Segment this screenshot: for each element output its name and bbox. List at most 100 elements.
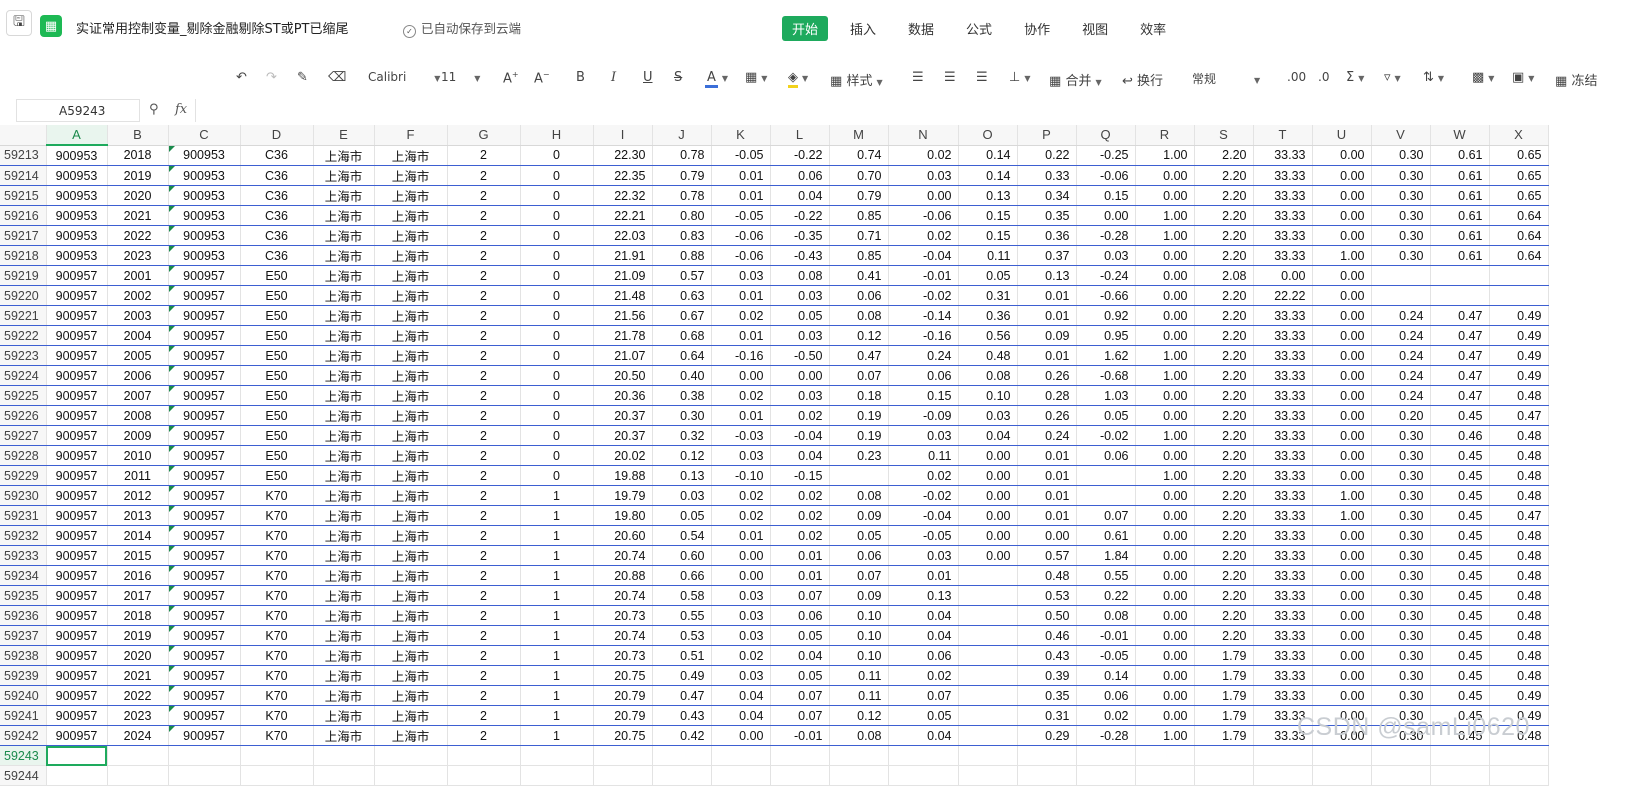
- cell[interactable]: 上海市: [313, 305, 375, 326]
- cell[interactable]: 2: [447, 185, 521, 206]
- cell[interactable]: 0.01: [711, 285, 771, 306]
- cell[interactable]: 0.36: [958, 305, 1018, 326]
- row-header[interactable]: 59231: [0, 505, 47, 526]
- cell[interactable]: 0: [520, 385, 594, 406]
- cell[interactable]: 0.26: [1017, 405, 1077, 426]
- cell[interactable]: 0.00: [1135, 565, 1195, 586]
- cell[interactable]: [447, 765, 521, 786]
- cell[interactable]: [1017, 745, 1077, 766]
- cell[interactable]: -0.02: [888, 485, 959, 506]
- cell[interactable]: 2: [447, 205, 521, 226]
- cell[interactable]: 20.79: [593, 705, 653, 726]
- cell[interactable]: 0.48: [1489, 625, 1549, 646]
- cell[interactable]: 900953: [168, 225, 241, 246]
- cell[interactable]: -0.10: [711, 465, 771, 486]
- cell[interactable]: 0.10: [829, 625, 889, 646]
- cell[interactable]: 上海市: [374, 485, 448, 506]
- cell[interactable]: 0.95: [1076, 325, 1136, 346]
- cell[interactable]: 0.47: [1430, 365, 1490, 386]
- cell[interactable]: 2021: [107, 665, 169, 686]
- cell[interactable]: 900957: [168, 345, 241, 366]
- cell[interactable]: 0.01: [888, 565, 959, 586]
- cell[interactable]: 0.02: [888, 145, 959, 166]
- cell[interactable]: 33.33: [1253, 565, 1313, 586]
- cell[interactable]: 上海市: [374, 665, 448, 686]
- cell[interactable]: 2.20: [1194, 605, 1254, 626]
- font-color-button[interactable]: A ▼: [705, 70, 728, 88]
- cell[interactable]: 0.15: [958, 225, 1018, 246]
- cell[interactable]: 33.33: [1253, 405, 1313, 426]
- cell[interactable]: 0.57: [1017, 545, 1077, 566]
- cell[interactable]: 2019: [107, 625, 169, 646]
- cell[interactable]: 上海市: [374, 645, 448, 666]
- cell[interactable]: K70: [240, 565, 314, 586]
- cell[interactable]: 0.45: [1430, 685, 1490, 706]
- cell[interactable]: -0.05: [1076, 645, 1136, 666]
- cell[interactable]: 上海市: [313, 705, 375, 726]
- cell[interactable]: [1489, 745, 1549, 766]
- column-header[interactable]: I: [593, 125, 653, 146]
- cell[interactable]: 0.01: [1017, 345, 1077, 366]
- cell[interactable]: 0.45: [1430, 605, 1490, 626]
- cell[interactable]: 上海市: [313, 505, 375, 526]
- cell[interactable]: [1076, 765, 1136, 786]
- cell[interactable]: E50: [240, 425, 314, 446]
- cell[interactable]: 0.11: [829, 665, 889, 686]
- cell[interactable]: 0.64: [1489, 225, 1549, 246]
- row-header[interactable]: 59230: [0, 485, 47, 506]
- image-button[interactable]: ▣ ▼: [1512, 70, 1534, 85]
- cell[interactable]: 0.00: [1312, 605, 1372, 626]
- cell[interactable]: 33.33: [1253, 225, 1313, 246]
- cell[interactable]: 0.00: [1135, 685, 1195, 706]
- cell[interactable]: 0.92: [1076, 305, 1136, 326]
- cell[interactable]: 0.00: [711, 565, 771, 586]
- cell[interactable]: 0.02: [711, 385, 771, 406]
- cell[interactable]: [593, 765, 653, 786]
- cell[interactable]: 0.30: [1371, 465, 1431, 486]
- cell[interactable]: 0.47: [1430, 305, 1490, 326]
- cell[interactable]: 0.47: [1430, 325, 1490, 346]
- cell[interactable]: 0.45: [1430, 585, 1490, 606]
- cell[interactable]: 0.37: [1017, 245, 1077, 266]
- cell[interactable]: 0.24: [888, 345, 959, 366]
- cell[interactable]: 0.30: [1371, 665, 1431, 686]
- cell[interactable]: 2013: [107, 505, 169, 526]
- cell[interactable]: 2.20: [1194, 385, 1254, 406]
- cell[interactable]: -0.16: [711, 345, 771, 366]
- cell[interactable]: 0.02: [1076, 705, 1136, 726]
- cell[interactable]: K70: [240, 545, 314, 566]
- column-header[interactable]: R: [1135, 125, 1195, 146]
- cell[interactable]: [958, 725, 1018, 746]
- cell[interactable]: 0.03: [711, 605, 771, 626]
- cell[interactable]: 900957: [168, 685, 241, 706]
- cell[interactable]: 0.01: [1017, 445, 1077, 466]
- cell[interactable]: 2: [447, 565, 521, 586]
- cell[interactable]: 0.00: [1312, 345, 1372, 366]
- row-header[interactable]: 59233: [0, 545, 47, 566]
- cell[interactable]: 1.79: [1194, 705, 1254, 726]
- cell[interactable]: 0.33: [1017, 165, 1077, 186]
- cell[interactable]: K70: [240, 725, 314, 746]
- row-header[interactable]: 59239: [0, 665, 47, 686]
- column-header[interactable]: D: [240, 125, 314, 146]
- cell[interactable]: 0.88: [652, 245, 712, 266]
- cell[interactable]: 上海市: [313, 485, 375, 506]
- select-all-corner[interactable]: [0, 125, 47, 146]
- cell[interactable]: 900957: [46, 305, 108, 326]
- cell[interactable]: 0.03: [711, 665, 771, 686]
- cell[interactable]: 0.14: [1076, 665, 1136, 686]
- cell[interactable]: 900957: [168, 325, 241, 346]
- cell[interactable]: 0.49: [1489, 325, 1549, 346]
- cell[interactable]: [520, 745, 594, 766]
- freeze-button[interactable]: ▦ 冻结: [1555, 70, 1597, 89]
- cell[interactable]: -0.28: [1076, 725, 1136, 746]
- cell[interactable]: 0.03: [888, 165, 959, 186]
- cell[interactable]: 0: [520, 305, 594, 326]
- cell[interactable]: 0.00: [1135, 405, 1195, 426]
- column-header[interactable]: M: [829, 125, 889, 146]
- cell[interactable]: C36: [240, 245, 314, 266]
- cell[interactable]: 0.00: [1312, 705, 1372, 726]
- cell[interactable]: 33.33: [1253, 685, 1313, 706]
- cell[interactable]: 0.01: [711, 325, 771, 346]
- cell[interactable]: 0.61: [1430, 165, 1490, 186]
